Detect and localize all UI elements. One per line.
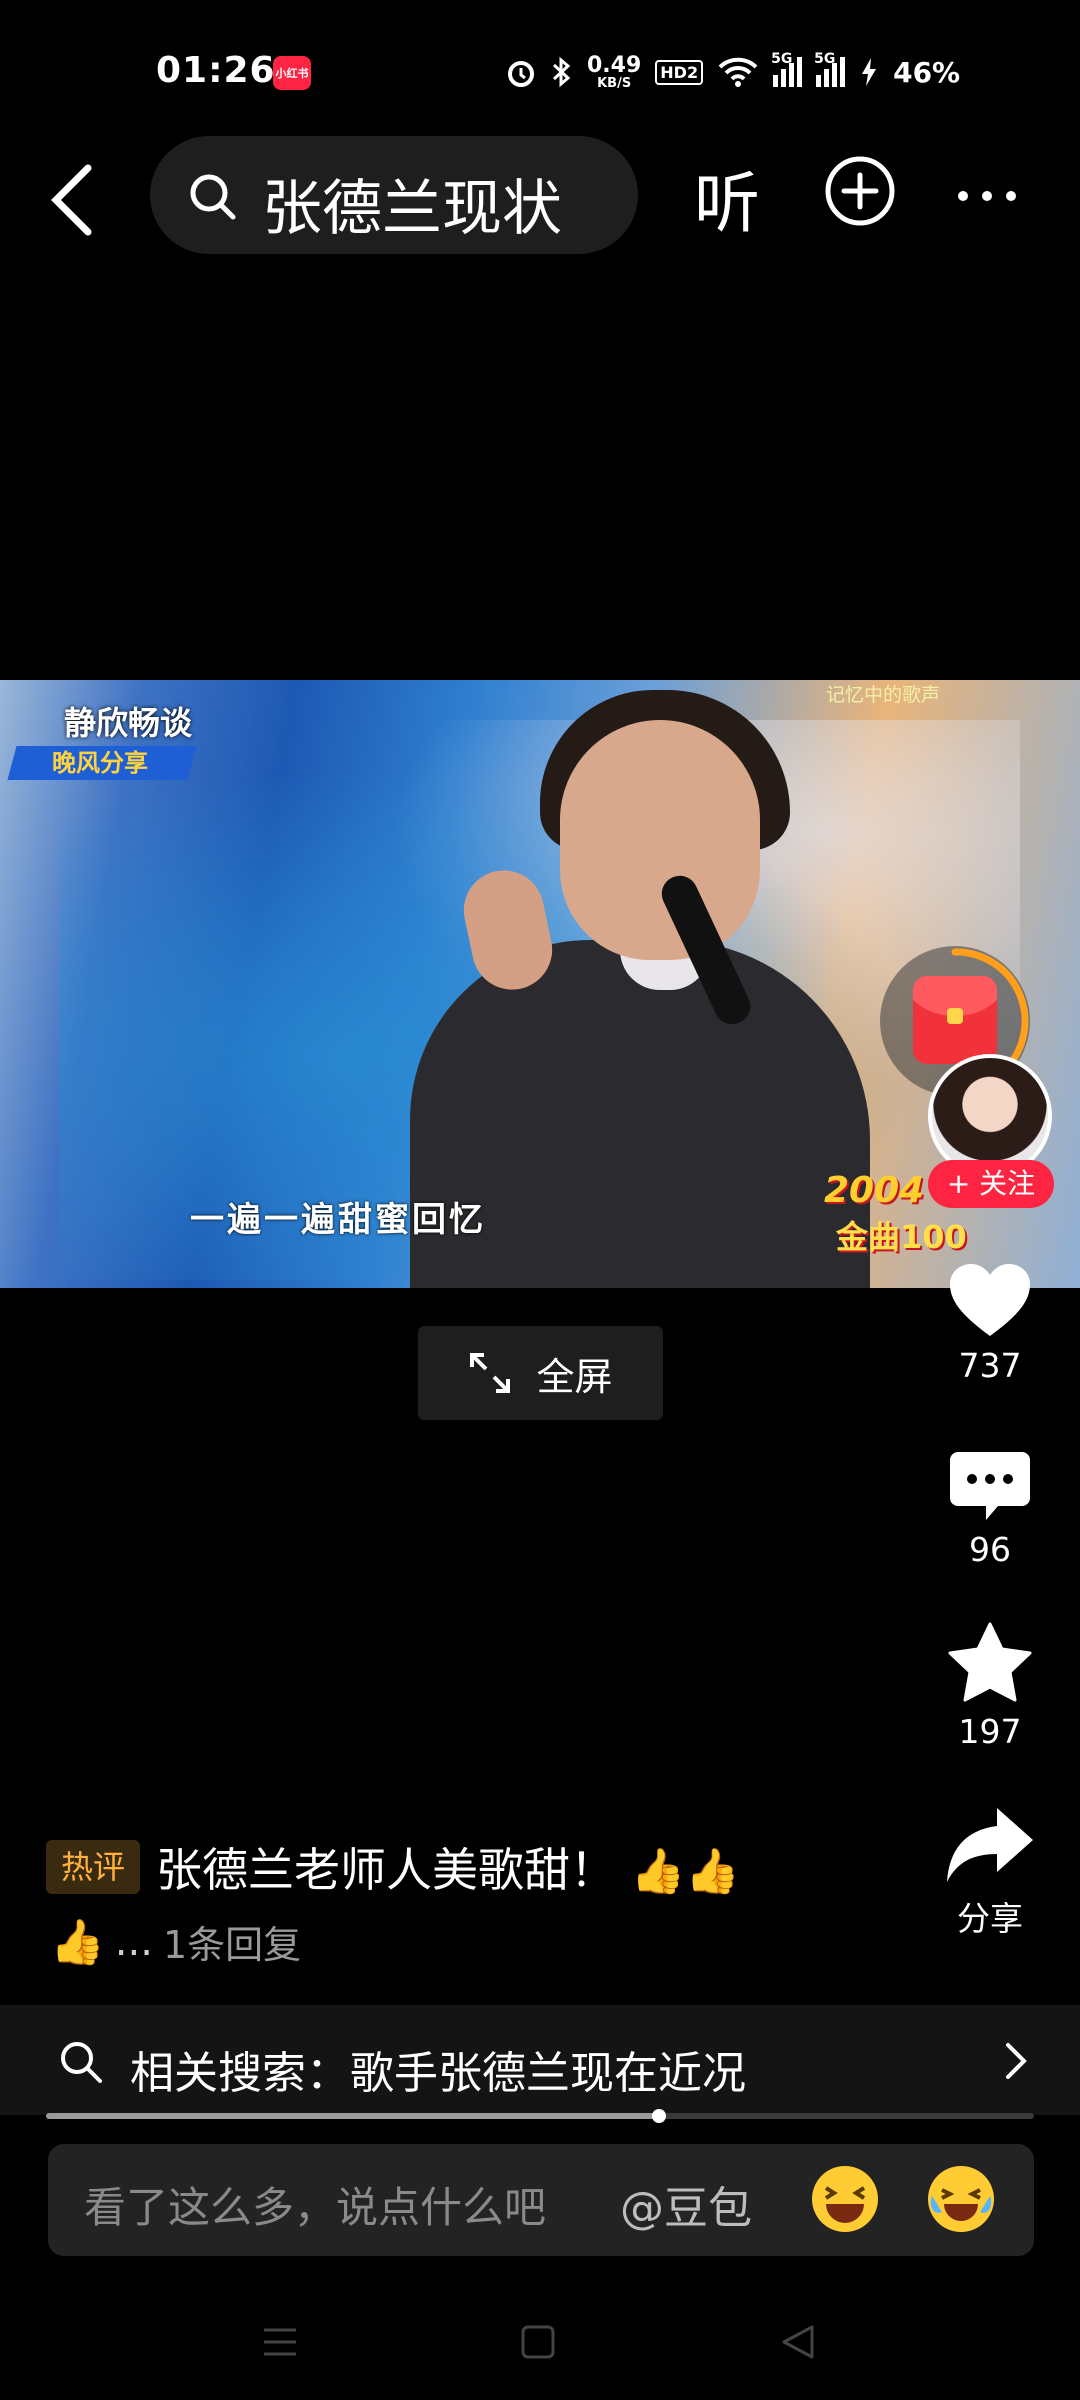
expand-icon bbox=[470, 1353, 511, 1393]
mention-button[interactable]: @豆包 bbox=[620, 2172, 752, 2236]
like-button[interactable]: 737 bbox=[930, 1262, 1050, 1385]
add-button[interactable] bbox=[824, 155, 896, 227]
listen-button[interactable]: 听 bbox=[694, 150, 760, 246]
alarm-icon bbox=[508, 61, 534, 87]
video-watermark-top: 记忆中的歌声 bbox=[826, 684, 941, 706]
status-time: 01:26 bbox=[156, 50, 276, 91]
system-navigation-bar bbox=[0, 2300, 1080, 2400]
hd-voice-icon: HD2 bbox=[655, 59, 704, 85]
related-search-bar[interactable]: 相关搜索：歌手张德兰现在近况 bbox=[0, 2005, 1080, 2115]
charging-icon bbox=[862, 58, 877, 86]
heart-icon bbox=[950, 1264, 1030, 1336]
recent-apps-icon[interactable] bbox=[262, 2324, 298, 2360]
app-notification-badge: 小红书 bbox=[273, 56, 311, 90]
search-icon bbox=[190, 174, 236, 220]
status-icons: 0.49 KB/S HD2 5G 5G 46% bbox=[505, 50, 960, 94]
fullscreen-button[interactable]: 全屏 bbox=[418, 1326, 663, 1420]
thumbs-up-icon: 👍 bbox=[685, 1846, 741, 1897]
bluetooth-icon bbox=[552, 56, 571, 88]
related-search-text: 相关搜索：歌手张德兰现在近况 bbox=[130, 2048, 746, 2099]
plus-circle-icon bbox=[825, 156, 895, 226]
video-logo-title: 金曲100 bbox=[836, 1218, 967, 1256]
laughing-emoji-button[interactable] bbox=[812, 2166, 878, 2232]
hot-comment[interactable]: 张德兰老师人美歌甜！ 👍👍 bbox=[156, 1834, 740, 1900]
share-arrow-icon bbox=[947, 1808, 1033, 1882]
hot-comment-continued[interactable]: 👍 ... 1条回复 bbox=[50, 1914, 301, 1969]
share-label: 分享 bbox=[957, 1899, 1023, 1938]
comment-icon bbox=[950, 1452, 1030, 1520]
favorite-button[interactable]: 197 bbox=[930, 1622, 1050, 1751]
battery-level: 46% bbox=[893, 55, 961, 89]
more-options-button[interactable] bbox=[958, 186, 1030, 205]
chevron-left-icon bbox=[51, 164, 92, 236]
reply-count[interactable]: 1条回复 bbox=[163, 1914, 301, 1969]
star-icon bbox=[948, 1622, 1032, 1702]
thumbs-up-icon: 👍 bbox=[50, 1916, 105, 1968]
favorite-count: 197 bbox=[958, 1712, 1022, 1751]
more-dots-icon bbox=[958, 191, 968, 201]
status-bar: 01:26 小红书 0.49 KB/S HD2 5G 5G 46% bbox=[0, 0, 1080, 145]
share-button[interactable]: 分享 bbox=[930, 1806, 1050, 1940]
comment-placeholder: 看了这么多，说点什么吧 bbox=[84, 2183, 547, 2232]
chevron-right-icon bbox=[1006, 2043, 1027, 2079]
back-nav-icon[interactable] bbox=[780, 2324, 816, 2360]
video-progress-fill bbox=[46, 2113, 659, 2119]
search-icon bbox=[61, 2042, 102, 2083]
video-progress-handle[interactable] bbox=[651, 2109, 666, 2123]
comment-input[interactable]: 看了这么多，说点什么吧 @豆包 bbox=[48, 2144, 1034, 2256]
video-subtitle: 一遍一遍甜蜜回忆 bbox=[190, 1200, 486, 1240]
thumbs-up-icon: 👍 bbox=[630, 1846, 686, 1897]
hot-comment-text: 张德兰老师人美歌甜！ bbox=[156, 1843, 616, 1897]
like-count: 737 bbox=[958, 1346, 1022, 1385]
video-progress-bar[interactable] bbox=[46, 2109, 1034, 2123]
crying-laughing-face-icon bbox=[930, 2188, 992, 2221]
comment-count: 96 bbox=[969, 1530, 1011, 1569]
crying-laughing-emoji-button[interactable] bbox=[928, 2166, 994, 2232]
follow-button[interactable]: + 关注 bbox=[928, 1160, 1054, 1208]
laughing-face-icon bbox=[824, 2186, 866, 2223]
cellular-signal-2-icon: 5G bbox=[814, 51, 846, 87]
back-button[interactable] bbox=[46, 160, 106, 240]
hot-comment-tag: 热评 bbox=[46, 1840, 140, 1894]
red-envelope-icon bbox=[913, 976, 997, 1064]
home-icon[interactable] bbox=[520, 2324, 556, 2360]
video-logo-year: 2004 bbox=[824, 1170, 925, 1211]
cellular-signal-1-icon: 5G bbox=[771, 51, 803, 87]
video-watermark-channel: 静欣畅谈 bbox=[64, 704, 193, 742]
wifi-icon bbox=[718, 57, 758, 87]
search-bar[interactable]: 张德兰现状 bbox=[150, 136, 638, 254]
search-query: 张德兰现状 bbox=[262, 174, 562, 244]
comment-button[interactable]: 96 bbox=[930, 1450, 1050, 1569]
hot-comment-ellipsis: ... bbox=[114, 1918, 153, 1965]
network-speed: 0.49 KB/S bbox=[587, 52, 642, 91]
fullscreen-label: 全屏 bbox=[536, 1354, 613, 1399]
video-watermark-tag: 晚风分享 bbox=[7, 746, 197, 780]
